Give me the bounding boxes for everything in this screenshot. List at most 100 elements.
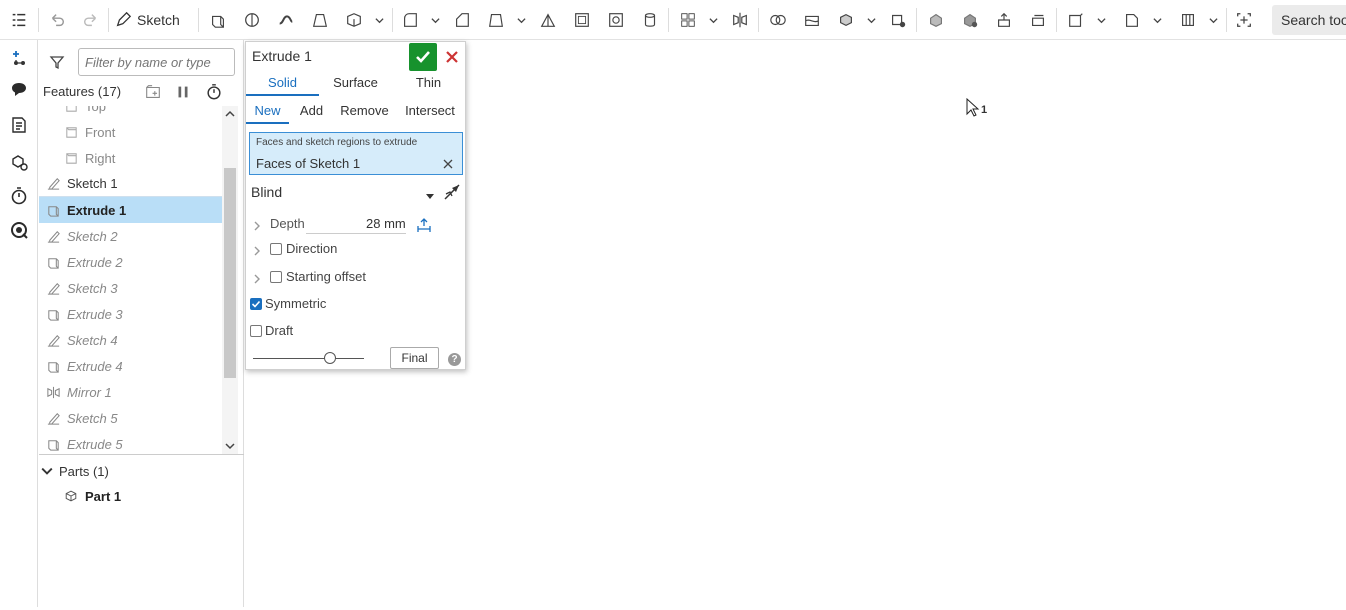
cancel-button[interactable]	[442, 47, 462, 67]
selection-field[interactable]: Faces and sketch regions to extrude Face…	[249, 132, 463, 175]
sketch-icon	[45, 176, 61, 192]
feature-tree-scrollbar[interactable]	[222, 106, 238, 454]
mirror-icon[interactable]	[728, 8, 752, 32]
feature-tree-item-mirror-1[interactable]: Mirror 1	[39, 379, 222, 405]
pause-icon[interactable]	[173, 82, 193, 102]
redo-icon[interactable]	[80, 8, 102, 32]
feature-tree-item-sketch-1[interactable]: Sketch 1	[39, 171, 222, 197]
boolean-icon[interactable]	[766, 8, 790, 32]
sketch-button[interactable]: Sketch	[114, 8, 180, 32]
rollback-slider-thumb[interactable]	[324, 352, 336, 364]
pattern-icon[interactable]	[676, 8, 700, 32]
scroll-thumb[interactable]	[224, 168, 236, 378]
measure-icon[interactable]	[416, 216, 432, 232]
inspect-icon[interactable]	[8, 219, 30, 241]
feature-tree-item-sketch-5[interactable]: Sketch 5	[39, 405, 222, 431]
feature-tree-item-sketch-2[interactable]: Sketch 2	[39, 223, 222, 249]
delete-face-icon[interactable]	[958, 8, 982, 32]
tab-thin[interactable]: Thin	[392, 70, 465, 96]
chevron-down-icon[interactable]	[428, 8, 442, 32]
depth-input[interactable]: 28 mm	[366, 216, 406, 231]
final-button[interactable]: Final	[390, 347, 439, 369]
chevron-down-icon[interactable]	[1094, 8, 1108, 32]
feature-tree-item-sketch-3[interactable]: Sketch 3	[39, 275, 222, 301]
chevron-down-icon[interactable]	[372, 8, 386, 32]
help-icon[interactable]: ?	[448, 353, 461, 366]
modify-fillet-icon[interactable]	[924, 8, 948, 32]
feature-tree-item-sketch-4[interactable]: Sketch 4	[39, 327, 222, 353]
tab-surface[interactable]: Surface	[319, 70, 392, 96]
parts-icon[interactable]	[8, 151, 30, 173]
revolve-icon[interactable]	[240, 8, 264, 32]
chevron-right-icon[interactable]	[253, 244, 261, 256]
draft-icon[interactable]	[484, 8, 508, 32]
insert-icon[interactable]	[8, 47, 30, 69]
chevron-down-icon[interactable]	[1150, 8, 1164, 32]
transform-icon[interactable]	[834, 8, 858, 32]
feature-tree-item-extrude-5[interactable]: Extrude 5	[39, 431, 222, 454]
filter-icon[interactable]	[49, 54, 65, 70]
replace-face-icon[interactable]	[1026, 8, 1050, 32]
chamfer-icon[interactable]	[450, 8, 474, 32]
thicken-icon[interactable]	[342, 8, 366, 32]
tab-remove[interactable]: Remove	[334, 98, 395, 124]
tab-intersect[interactable]: Intersect	[395, 98, 465, 124]
split-icon[interactable]	[800, 8, 824, 32]
chevron-down-icon[interactable]	[706, 8, 720, 32]
end-type-select[interactable]: Blind	[251, 184, 436, 204]
notes-icon[interactable]	[8, 114, 30, 136]
fillet-icon[interactable]	[398, 8, 422, 32]
tab-solid[interactable]: Solid	[246, 70, 319, 96]
hole-icon[interactable]	[604, 8, 628, 32]
move-face-icon[interactable]	[992, 8, 1016, 32]
feature-tree-item-extrude-2[interactable]: Extrude 2	[39, 249, 222, 275]
comments-icon[interactable]	[8, 78, 30, 100]
feature-tree-item-extrude-1[interactable]: Extrude 1	[39, 197, 222, 223]
scroll-up-icon[interactable]	[224, 108, 236, 120]
feature-tree-item-extrude-3[interactable]: Extrude 3	[39, 301, 222, 327]
starting-offset-checkbox[interactable]	[270, 271, 282, 283]
undo-icon[interactable]	[46, 8, 68, 32]
mirror-icon	[45, 384, 61, 400]
chevron-down-icon[interactable]	[1206, 8, 1220, 32]
dropdown-caret-icon[interactable]	[425, 189, 435, 199]
extrude-icon[interactable]	[206, 8, 230, 32]
delete-part-icon[interactable]	[886, 8, 910, 32]
feature-tree-item-top[interactable]: Top	[39, 106, 222, 119]
chevron-right-icon[interactable]	[253, 272, 261, 284]
chevron-down-icon[interactable]	[864, 8, 878, 32]
scroll-down-icon[interactable]	[224, 440, 236, 452]
part-item[interactable]: Part 1	[63, 486, 121, 506]
rollback-timer-icon[interactable]	[204, 82, 224, 102]
sheet-metal-icon[interactable]	[1120, 8, 1144, 32]
search-tools-button[interactable]: Search tools	[1272, 5, 1346, 35]
tab-add[interactable]: Add	[289, 98, 334, 124]
symmetric-checkbox[interactable]	[250, 298, 262, 310]
feature-tree-item-front[interactable]: Front	[39, 119, 222, 145]
tab-new[interactable]: New	[246, 98, 289, 124]
rib-icon[interactable]	[536, 8, 560, 32]
timer-icon[interactable]	[8, 185, 30, 207]
plane-icon[interactable]	[1064, 8, 1088, 32]
chevron-down-icon[interactable]	[514, 8, 528, 32]
frame-icon[interactable]	[1176, 8, 1200, 32]
feature-tree-item-extrude-4[interactable]: Extrude 4	[39, 353, 222, 379]
sweep-icon[interactable]	[274, 8, 298, 32]
loft-icon[interactable]	[308, 8, 332, 32]
feature-list-toggle-icon[interactable]	[8, 8, 30, 32]
direction-checkbox[interactable]	[270, 243, 282, 255]
flip-direction-icon[interactable]	[442, 182, 462, 202]
feature-tree-item-right[interactable]: Right	[39, 145, 222, 171]
chevron-right-icon[interactable]	[253, 219, 261, 231]
accept-button[interactable]	[409, 43, 437, 71]
cylinder-icon[interactable]	[638, 8, 662, 32]
draft-checkbox[interactable]	[250, 325, 262, 337]
shell-icon[interactable]	[570, 8, 594, 32]
clear-selection-icon[interactable]	[443, 157, 455, 169]
feature-filter-input[interactable]	[78, 48, 235, 76]
parts-header[interactable]: Parts (1)	[41, 461, 109, 481]
add-custom-feature-icon[interactable]	[1232, 8, 1256, 32]
add-folder-icon[interactable]	[143, 82, 163, 102]
rollback-slider-track[interactable]	[253, 358, 364, 359]
chevron-down-icon[interactable]	[41, 465, 53, 477]
